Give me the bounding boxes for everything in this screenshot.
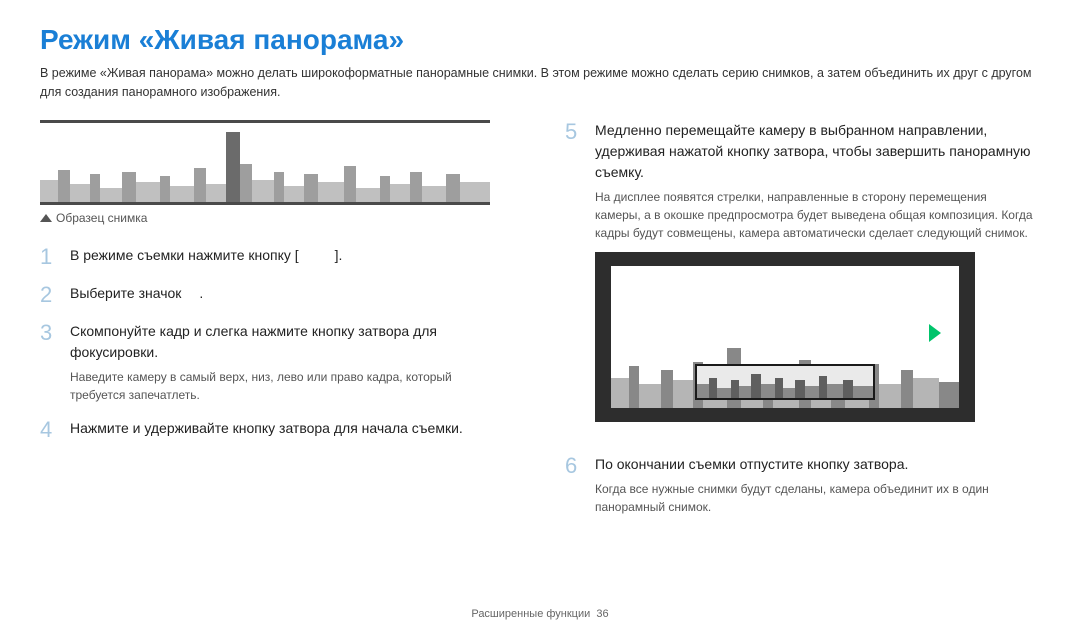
step-text: Скомпонуйте кадр и слегка нажмите кнопку… bbox=[70, 321, 515, 363]
step-text: Медленно перемещайте камеру в выбранном … bbox=[595, 120, 1040, 183]
page-footer: Расширенные функции 36 bbox=[0, 608, 1080, 620]
arrow-right-icon bbox=[929, 324, 941, 342]
panorama-sample-image bbox=[40, 120, 490, 205]
step-number: 5 bbox=[565, 120, 583, 440]
camera-preview-image bbox=[595, 252, 975, 422]
page-title: Режим «Живая панорама» bbox=[40, 24, 1040, 56]
caption-text: Образец снимка bbox=[56, 211, 147, 225]
step-number: 2 bbox=[40, 283, 58, 307]
step-text: По окончании съемки отпустите кнопку зат… bbox=[595, 454, 1040, 475]
intro-text: В режиме «Живая панорама» можно делать ш… bbox=[40, 64, 1040, 102]
step-number: 3 bbox=[40, 321, 58, 404]
triangle-up-icon bbox=[40, 214, 52, 222]
step-subtext: Когда все нужные снимки будут сделаны, к… bbox=[595, 480, 1040, 516]
step-number: 4 bbox=[40, 418, 58, 442]
step-text: Нажмите и удерживайте кнопку затвора для… bbox=[70, 418, 515, 439]
step-subtext: Наведите камеру в самый верх, низ, лево … bbox=[70, 368, 515, 404]
step-subtext: На дисплее появятся стрелки, направленны… bbox=[595, 188, 1040, 242]
footer-section: Расширенные функции bbox=[471, 608, 590, 620]
step-number: 6 bbox=[565, 454, 583, 516]
step-text: Выберите значок. bbox=[70, 283, 515, 304]
step-text: В режиме съемки нажмите кнопку []. bbox=[70, 245, 515, 266]
step-number: 1 bbox=[40, 245, 58, 269]
panorama-preview-strip bbox=[695, 364, 875, 400]
sample-caption: Образец снимка bbox=[40, 211, 515, 225]
footer-page: 36 bbox=[596, 608, 608, 620]
